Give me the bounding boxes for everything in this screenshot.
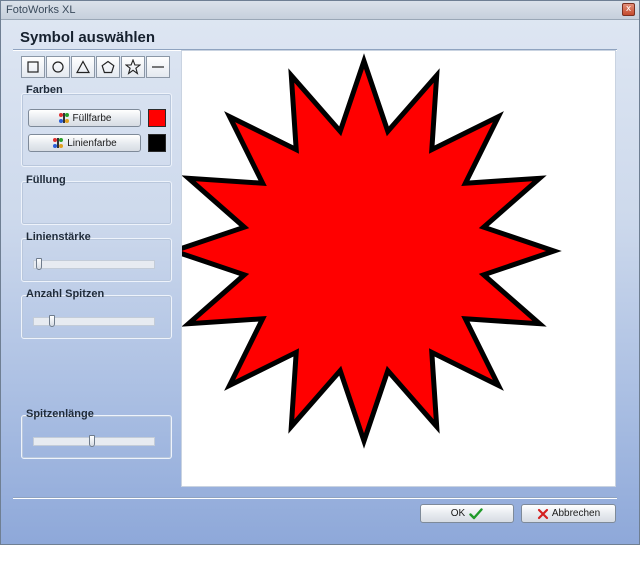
spitzenlaenge-group: Spitzenlänge — [21, 408, 172, 459]
spitzenlaenge-slider[interactable] — [33, 435, 155, 447]
preview-canvas — [166, 50, 616, 487]
cancel-button[interactable]: Abbrechen — [521, 504, 616, 523]
pentagon-tool-button[interactable] — [96, 56, 120, 78]
circle-icon — [52, 61, 64, 73]
square-icon — [27, 61, 39, 73]
spitzenlaenge-slider-thumb[interactable] — [88, 435, 95, 447]
dialog-window: FotoWorks XL x Symbol auswählen Farben F… — [0, 0, 640, 545]
close-button[interactable]: x — [622, 3, 635, 16]
farben-group: Farben Füllfarbe Linienfarbe — [21, 84, 172, 167]
linienstaerke-slider-thumb[interactable] — [36, 258, 43, 270]
cancel-label: Abbrechen — [551, 508, 601, 519]
shape-toolbar — [21, 56, 173, 80]
dialog-heading: Symbol auswählen — [20, 29, 156, 46]
title-bar: FotoWorks XL x — [1, 1, 639, 20]
fuellung-label: Füllung — [26, 174, 66, 186]
farben-label: Farben — [26, 84, 63, 96]
checkmark-icon — [469, 507, 483, 519]
cross-icon — [537, 508, 548, 519]
triangle-icon — [76, 60, 90, 74]
anzahl-spitzen-group: Anzahl Spitzen — [21, 288, 172, 339]
triangle-tool-button[interactable] — [71, 56, 95, 78]
line-tool-button[interactable] — [146, 56, 170, 78]
linienstaerke-group: Linienstärke — [21, 231, 172, 282]
fill-color-swatch[interactable] — [148, 109, 166, 127]
line-color-label: Linienfarbe — [67, 137, 117, 149]
palette-icon — [53, 138, 64, 148]
spitzenlaenge-label: Spitzenlänge — [26, 408, 94, 420]
anzahl-spitzen-label: Anzahl Spitzen — [26, 288, 105, 300]
anzahl-spitzen-slider-thumb[interactable] — [48, 315, 55, 327]
fill-color-label: Füllfarbe — [72, 112, 112, 124]
star-preview — [166, 53, 562, 449]
line-color-button[interactable]: Linienfarbe — [28, 134, 141, 152]
palette-icon — [58, 113, 69, 123]
line-color-swatch[interactable] — [148, 134, 166, 152]
ok-label: OK — [450, 508, 466, 519]
bottom-divider — [13, 497, 617, 499]
linienstaerke-label: Linienstärke — [26, 231, 91, 243]
window-title: FotoWorks XL — [6, 4, 76, 16]
ok-button[interactable]: OK — [420, 504, 514, 523]
star-tool-button[interactable] — [121, 56, 145, 78]
linienstaerke-slider[interactable] — [33, 258, 155, 270]
pentagon-icon — [101, 60, 115, 74]
star-shape — [166, 53, 562, 449]
star-icon — [125, 59, 141, 75]
anzahl-spitzen-slider[interactable] — [33, 315, 155, 327]
line-icon — [152, 66, 164, 68]
fuellung-group: Füllung — [21, 174, 172, 225]
circle-tool-button[interactable] — [46, 56, 70, 78]
square-tool-button[interactable] — [21, 56, 45, 78]
fill-color-button[interactable]: Füllfarbe — [28, 109, 141, 127]
